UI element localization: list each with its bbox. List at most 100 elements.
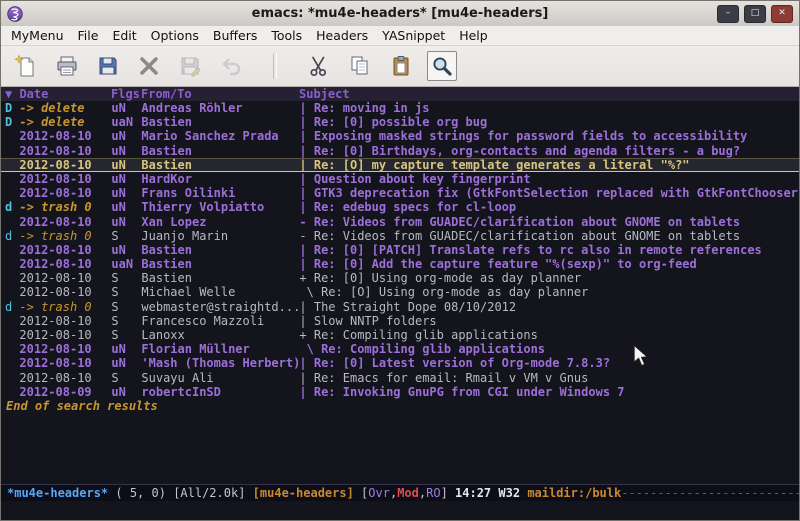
message-date: 2012-08-10 bbox=[19, 129, 111, 143]
message-date: 2012-08-10 bbox=[19, 371, 111, 385]
window-controls: – □ ✕ bbox=[717, 5, 793, 23]
undo-icon bbox=[216, 51, 246, 81]
menu-item-edit[interactable]: Edit bbox=[105, 27, 143, 44]
message-row[interactable]: 2012-08-10SMichael Welle \ Re: [O] Using… bbox=[1, 285, 799, 299]
message-date: 2012-08-10 bbox=[19, 158, 111, 172]
menu-item-help[interactable]: Help bbox=[452, 27, 495, 44]
message-row[interactable]: D-> deleteuNAndreas Röhler| Re: moving i… bbox=[1, 101, 799, 115]
message-date: 2012-08-10 bbox=[19, 186, 111, 200]
window-title: emacs: *mu4e-headers* [mu4e-headers] bbox=[1, 6, 799, 21]
message-from: Juanjo Marin bbox=[141, 229, 299, 243]
modeline-segment: [All/2.0k] bbox=[173, 486, 245, 500]
modeline-segment: 14:27 bbox=[455, 486, 491, 500]
message-mark bbox=[5, 342, 19, 356]
close-buffer-icon[interactable] bbox=[134, 51, 164, 81]
message-row[interactable]: d-> trash 0SJuanjo Marin- Re: Videos fro… bbox=[1, 229, 799, 243]
message-row[interactable]: 2012-08-10uNHardKor| Question about key … bbox=[1, 172, 799, 186]
cut-icon[interactable] bbox=[304, 51, 334, 81]
menu-item-buffers[interactable]: Buffers bbox=[206, 27, 264, 44]
message-row[interactable]: 2012-08-10SFrancesco Mazzoli| Slow NNTP … bbox=[1, 314, 799, 328]
menu-item-yasnippet[interactable]: YASnippet bbox=[375, 27, 452, 44]
menu-item-headers[interactable]: Headers bbox=[309, 27, 375, 44]
save-icon[interactable] bbox=[93, 51, 123, 81]
menu-item-options[interactable]: Options bbox=[144, 27, 206, 44]
message-mark bbox=[5, 172, 19, 186]
message-subject: \ Re: Compiling glib applications bbox=[299, 342, 799, 356]
message-mark bbox=[5, 328, 19, 342]
message-row[interactable]: d-> trash 0Swebmaster@straightd...| The … bbox=[1, 300, 799, 314]
maximize-button[interactable]: □ bbox=[744, 5, 766, 23]
print-icon[interactable] bbox=[52, 51, 82, 81]
copy-icon[interactable] bbox=[345, 51, 375, 81]
message-subject: | Re: [0] Birthdays, org-contacts and ag… bbox=[299, 144, 799, 158]
message-flags: uN bbox=[111, 215, 141, 229]
message-flags: uN bbox=[111, 243, 141, 257]
message-flags: uN bbox=[111, 200, 141, 214]
message-mark: d bbox=[5, 229, 19, 243]
message-mark bbox=[5, 356, 19, 370]
menu-item-file[interactable]: File bbox=[71, 27, 106, 44]
message-row[interactable]: 2012-08-10SLanoxx+ Re: Compiling glib ap… bbox=[1, 328, 799, 342]
message-subject: | The Straight Dope 08/10/2012 bbox=[299, 300, 799, 314]
new-file-icon[interactable] bbox=[11, 51, 41, 81]
message-mark bbox=[5, 271, 19, 285]
message-row[interactable]: 2012-08-10SSuvayu Ali| Re: Emacs for ema… bbox=[1, 371, 799, 385]
message-mark bbox=[5, 371, 19, 385]
message-flags: uN bbox=[111, 158, 141, 172]
search-icon[interactable] bbox=[427, 51, 457, 81]
message-row[interactable]: d-> trash 0uNThierry Volpiatto| Re: edeb… bbox=[1, 200, 799, 214]
paste-icon[interactable] bbox=[386, 51, 416, 81]
message-flags: S bbox=[111, 271, 141, 285]
message-action: -> trash 0 bbox=[19, 229, 111, 243]
modeline-segment: Mod bbox=[397, 486, 419, 500]
message-mark: D bbox=[5, 101, 19, 115]
message-subject: | Question about key fingerprint bbox=[299, 172, 799, 186]
message-row[interactable]: 2012-08-10uN'Mash (Thomas Herbert)| Re: … bbox=[1, 356, 799, 370]
message-action: -> trash 0 bbox=[19, 300, 111, 314]
message-row[interactable]: 2012-08-09uNrobertcInSD| Re: Invoking Gn… bbox=[1, 385, 799, 399]
message-row[interactable]: 2012-08-10uNMario Sanchez Prada| Exposin… bbox=[1, 129, 799, 143]
message-subject: | Re: [0] Latest version of Org-mode 7.8… bbox=[299, 356, 799, 370]
menu-item-tools[interactable]: Tools bbox=[264, 27, 309, 44]
message-mark bbox=[5, 285, 19, 299]
message-from: webmaster@straightd... bbox=[141, 300, 299, 314]
toolbar bbox=[1, 46, 799, 87]
message-row[interactable]: 2012-08-10uNFlorian Müllner \ Re: Compil… bbox=[1, 342, 799, 356]
modeline-segment: ---------------------------------------- bbox=[621, 486, 799, 500]
message-row[interactable]: 2012-08-10uNBastien| Re: [0] [PATCH] Tra… bbox=[1, 243, 799, 257]
message-row[interactable]: 2012-08-10uNBastien| Re: [O] my capture … bbox=[1, 158, 799, 172]
message-row[interactable]: 2012-08-10uaNBastien| Re: [0] Add the ca… bbox=[1, 257, 799, 271]
message-row[interactable]: 2012-08-10uNBastien| Re: [0] Birthdays, … bbox=[1, 144, 799, 158]
close-button[interactable]: ✕ bbox=[771, 5, 793, 23]
message-from: Bastien bbox=[141, 243, 299, 257]
modeline-segment: W32 bbox=[498, 486, 520, 500]
message-from: Francesco Mazzoli bbox=[141, 314, 299, 328]
modeline-segment: [ bbox=[354, 486, 368, 500]
modeline-segment: ] bbox=[441, 486, 455, 500]
message-from: Lanoxx bbox=[141, 328, 299, 342]
message-row[interactable]: 2012-08-10uNXan Lopez- Re: Videos from G… bbox=[1, 215, 799, 229]
menubar: MyMenuFileEditOptionsBuffersToolsHeaders… bbox=[1, 26, 799, 46]
minimize-button[interactable]: – bbox=[717, 5, 739, 23]
message-flags: uaN bbox=[111, 115, 141, 129]
message-mark: d bbox=[5, 200, 19, 214]
menu-item-mymenu[interactable]: MyMenu bbox=[4, 27, 71, 44]
message-subject: | Re: [O] my capture template generates … bbox=[299, 158, 799, 172]
end-of-results: End of search results bbox=[1, 399, 799, 413]
modeline-segment: [mu4e-headers] bbox=[253, 486, 354, 500]
message-from: robertcInSD bbox=[141, 385, 299, 399]
message-from: 'Mash (Thomas Herbert) bbox=[141, 356, 299, 370]
message-row[interactable]: 2012-08-10uNFrans Oilinki| GTK3 deprecat… bbox=[1, 186, 799, 200]
message-row[interactable]: D-> deleteuaNBastien| Re: [0] possible o… bbox=[1, 115, 799, 129]
message-list: D-> deleteuNAndreas Röhler| Re: moving i… bbox=[1, 101, 799, 399]
echo-area[interactable] bbox=[1, 501, 799, 520]
save-as-icon bbox=[175, 51, 205, 81]
message-subject: | Re: Emacs for email: Rmail v VM v Gnus bbox=[299, 371, 799, 385]
message-mark bbox=[5, 186, 19, 200]
message-action: -> trash 0 bbox=[19, 200, 111, 214]
modeline[interactable]: *mu4e-headers* ( 5, 0) [All/2.0k] [mu4e-… bbox=[1, 484, 799, 502]
message-row[interactable]: 2012-08-10SBastien+ Re: [0] Using org-mo… bbox=[1, 271, 799, 285]
message-flags: S bbox=[111, 285, 141, 299]
message-from: Thierry Volpiatto bbox=[141, 200, 299, 214]
column-flags: Flgs bbox=[111, 87, 141, 101]
